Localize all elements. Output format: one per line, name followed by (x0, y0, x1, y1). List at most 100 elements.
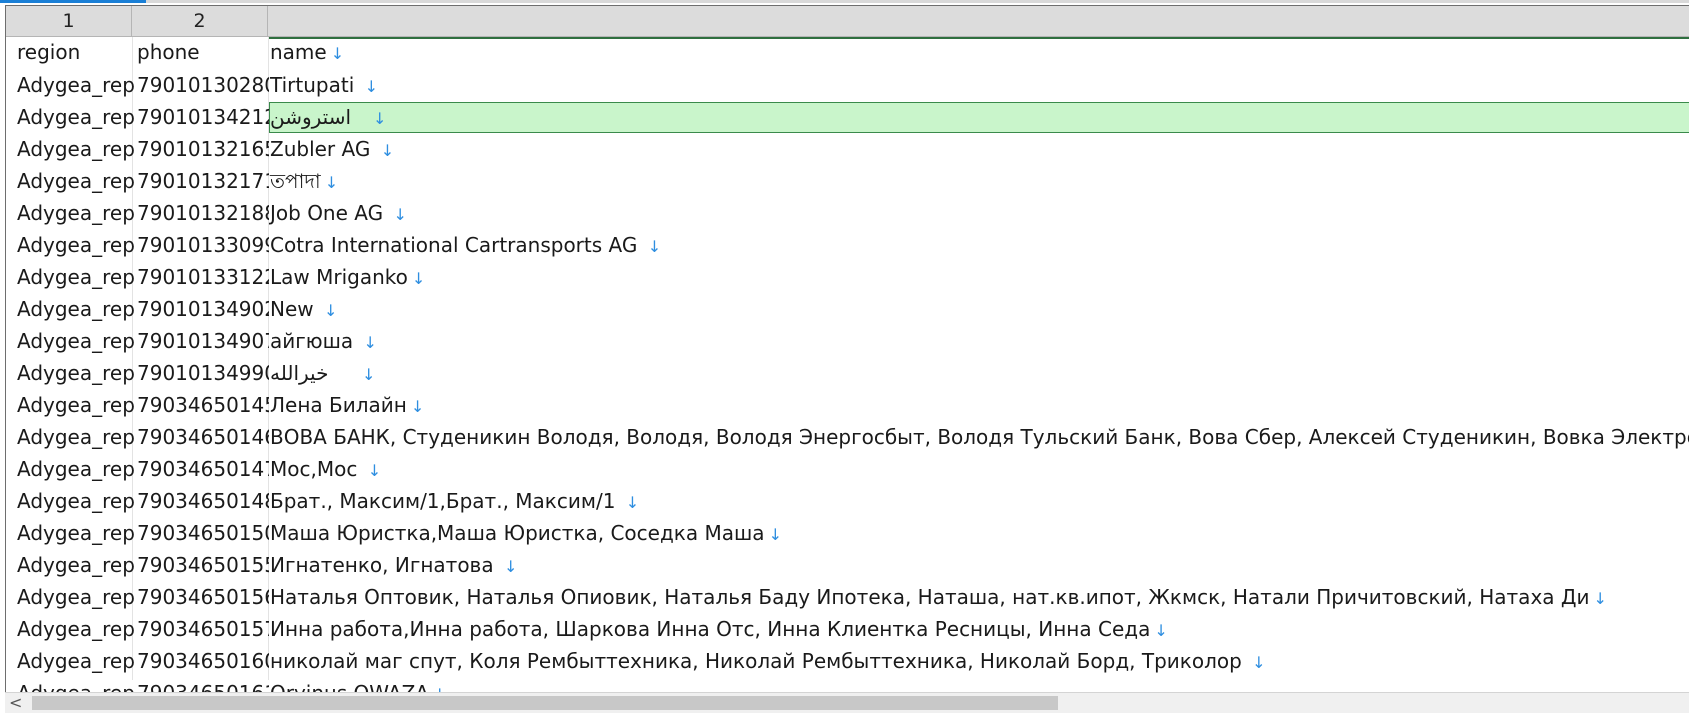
cell-name[interactable]: Law Mriganko ↓ (270, 262, 1689, 294)
table-row[interactable]: Adygea_rep 79034650150 Маша Юристка,Маша Ю… (6, 518, 1689, 550)
scroll-left-arrow-icon[interactable]: < (9, 693, 22, 713)
cell-name[interactable]: Наталья Оптовик, Наталья Опиовик, Наталь… (270, 582, 1689, 614)
cell-name[interactable]: николай маг спут, Коля Рембыттехника, Ни… (270, 646, 1689, 678)
cell-phone[interactable]: 79010133122 (137, 262, 269, 294)
cell-region[interactable]: Adygea_rep (17, 646, 140, 678)
line-break-arrow-icon: ↓ (1252, 653, 1266, 672)
table-row[interactable]: Adygea_rep 79034650146 ВОВА БАНК, Студеник… (6, 422, 1689, 454)
cell-name[interactable]: استروشن ↓ (270, 102, 1689, 134)
cell-phone[interactable]: 79010132165 (137, 134, 269, 166)
cell-region[interactable]: Adygea_rep (17, 134, 140, 166)
table-row[interactable]: Adygea_rep 79010130280 Tirtupati ↓ (6, 70, 1689, 102)
line-break-arrow-icon: ↓ (393, 205, 407, 224)
cell-name[interactable]: Мос,Мос ↓ (270, 454, 1689, 486)
line-break-arrow-icon: ↓ (625, 493, 640, 512)
header-cell-phone[interactable]: phone (137, 37, 269, 69)
header-label: name (270, 40, 327, 64)
cell-region[interactable]: Adygea_rep (17, 198, 140, 230)
cell-phone[interactable]: 79034650150 (137, 518, 269, 550)
cell-name[interactable]: Tirtupati ↓ (270, 70, 1689, 102)
cell-region[interactable]: Adygea_rep (17, 614, 140, 646)
cell-name[interactable]: Игнатенко, Игнатова ↓ (270, 550, 1689, 582)
scrollbar-thumb[interactable] (32, 696, 1058, 710)
cell-name[interactable]: তপাদা ↓ (270, 166, 1689, 198)
cell-phone[interactable]: 79010133099 (137, 230, 269, 262)
cell-phone[interactable]: 79010132171 (137, 166, 269, 198)
cell-region[interactable]: Adygea_rep (17, 582, 140, 614)
table-row[interactable]: Adygea_rep 79010132171 তপাদা ↓ (6, 166, 1689, 198)
table-row[interactable]: Adygea_rep 79010134212 استروشن ↓ (6, 102, 1689, 134)
cell-phone[interactable]: 79034650145 (137, 390, 269, 422)
table-body: Adygea_rep 79010130280 Tirtupati ↓ Adygea_r… (6, 70, 1689, 700)
cell-name[interactable]: Инна работа,Инна работа, Шаркова Инна От… (270, 614, 1689, 646)
cell-region[interactable]: Adygea_rep (17, 102, 140, 134)
horizontal-scrollbar[interactable]: < (5, 692, 1689, 713)
cell-name[interactable]: Маша Юристка,Маша Юристка, Соседка Маша ↓ (270, 518, 1689, 550)
cell-region[interactable]: Adygea_rep (17, 358, 140, 390)
cell-name[interactable]: Cotra International Cartransports AG ↓ (270, 230, 1689, 262)
cell-phone[interactable]: 79010130280 (137, 70, 269, 102)
cell-region[interactable]: Adygea_rep (17, 262, 140, 294)
line-break-arrow-icon: ↓ (1593, 589, 1607, 608)
table-row[interactable]: Adygea_rep 79010132165 Zubler AG ↓ (6, 134, 1689, 166)
table-row[interactable]: Adygea_rep 79010132188 Job One AG ↓ (6, 198, 1689, 230)
column-header-2[interactable]: 2 (132, 6, 268, 37)
cell-phone[interactable]: 79010132188 (137, 198, 269, 230)
cell-phone[interactable]: 79010134902 (137, 294, 269, 326)
cell-region[interactable]: Adygea_rep (17, 230, 140, 262)
cell-region[interactable]: Adygea_rep (17, 454, 140, 486)
cell-region[interactable]: Adygea_rep (17, 390, 140, 422)
table-row[interactable]: Adygea_rep 79034650155 Игнатенко, Игнатова… (6, 550, 1689, 582)
cell-phone[interactable]: 79010134212 (137, 102, 269, 134)
table-row[interactable]: Adygea_rep 79010133122 Law Mriganko ↓ (6, 262, 1689, 294)
column-header-1[interactable]: 1 (6, 6, 132, 37)
cell-phone[interactable]: 79034650160 (137, 646, 269, 678)
cell-name[interactable]: Лена Билайн ↓ (270, 390, 1689, 422)
table-row[interactable]: Adygea_rep 79034650145 Лена Билайн ↓ (6, 390, 1689, 422)
cell-region[interactable]: Adygea_rep (17, 166, 140, 198)
cell-name-text: айгюша (270, 329, 360, 353)
table-row[interactable]: Adygea_rep 79010134990 خيرالله ↓ (6, 358, 1689, 390)
table-row[interactable]: Adygea_rep 79010134907 айгюша ↓ (6, 326, 1689, 358)
cell-name[interactable]: ВОВА БАНК, Студеникин Володя, Володя, Во… (270, 422, 1689, 454)
cell-phone[interactable]: 79034650157 (137, 614, 269, 646)
cell-phone[interactable]: 79034650146 (137, 422, 269, 454)
line-break-arrow-icon: ↓ (324, 173, 339, 192)
cell-region[interactable]: Adygea_rep (17, 70, 140, 102)
line-break-arrow-icon: ↓ (380, 141, 395, 160)
cell-phone[interactable]: 79010134990 (137, 358, 269, 390)
cell-region[interactable]: Adygea_rep (17, 486, 140, 518)
cell-phone[interactable]: 79010134907 (137, 326, 269, 358)
header-label: region (17, 40, 81, 64)
table-row[interactable]: Adygea_rep 79010134902 New ↓ (6, 294, 1689, 326)
cell-name[interactable]: Job One AG ↓ (270, 198, 1689, 230)
cell-name[interactable]: Zubler AG ↓ (270, 134, 1689, 166)
cell-region[interactable]: Adygea_rep (17, 294, 140, 326)
cell-region[interactable]: Adygea_rep (17, 550, 140, 582)
cell-name[interactable]: Брат., Максим/1,Брат., Максим/1 ↓ (270, 486, 1689, 518)
table-row[interactable]: Adygea_rep 79034650156 Наталья Оптовик, На… (6, 582, 1689, 614)
cell-region[interactable]: Adygea_rep (17, 326, 140, 358)
cell-name-text: Инна работа,Инна работа, Шаркова Инна От… (270, 617, 1151, 641)
column-header-3[interactable] (268, 6, 1689, 37)
header-cell-name[interactable]: name ↓ (270, 37, 1689, 69)
cell-name-text: Брат., Максим/1,Брат., Максим/1 (270, 489, 622, 513)
line-break-arrow-icon: ↓ (362, 365, 376, 384)
table-row[interactable]: Adygea_rep 79034650147 Мос,Мос ↓ (6, 454, 1689, 486)
cell-region[interactable]: Adygea_rep (17, 422, 140, 454)
cell-name[interactable]: айгюша ↓ (270, 326, 1689, 358)
cell-phone[interactable]: 79034650155 (137, 550, 269, 582)
cell-name[interactable]: New ↓ (270, 294, 1689, 326)
cell-region[interactable]: Adygea_rep (17, 518, 140, 550)
cell-name[interactable]: خيرالله ↓ (270, 358, 1689, 390)
table-row[interactable]: Adygea_rep 79034650157 Инна работа,Инна ра… (6, 614, 1689, 646)
line-break-arrow-icon: ↓ (1154, 621, 1168, 640)
table-row[interactable]: Adygea_rep 79010133099 Cotra International… (6, 230, 1689, 262)
cell-phone[interactable]: 79034650147 (137, 454, 269, 486)
spreadsheet-grid[interactable]: 1 2 region phone name ↓ Adygea_rep 7901013… (5, 5, 1689, 700)
header-cell-region[interactable]: region (17, 37, 140, 69)
table-row[interactable]: Adygea_rep 79034650160 николай маг спут, К… (6, 646, 1689, 678)
table-row[interactable]: Adygea_rep 79034650148 Брат., Максим/1,Бра… (6, 486, 1689, 518)
cell-phone[interactable]: 79034650148 (137, 486, 269, 518)
cell-phone[interactable]: 79034650156 (137, 582, 269, 614)
